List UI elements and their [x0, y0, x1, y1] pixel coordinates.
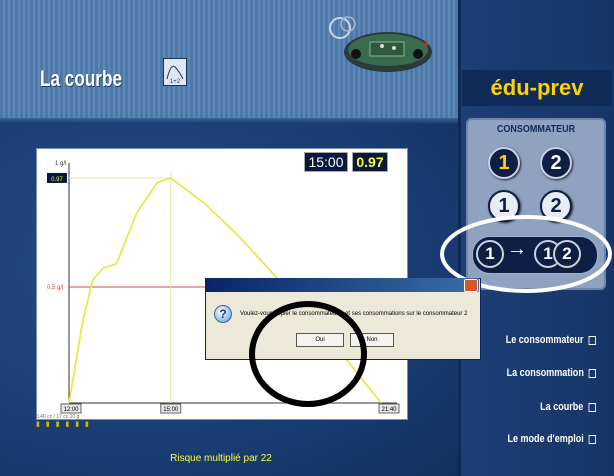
x-start-label: 12:00: [63, 407, 79, 413]
question-icon: ?: [214, 305, 232, 323]
dialog-titlebar[interactable]: [205, 278, 479, 292]
brand-logo: édu-prev: [462, 70, 612, 106]
curve-chart-icon[interactable]: 1+2: [163, 58, 187, 86]
consumer-panel-title: CONSOMMATEUR: [496, 124, 576, 135]
x-end-label: 21:40: [381, 407, 397, 413]
menu-consumer-checkbox-icon: [588, 335, 596, 345]
consumer-2-button[interactable]: 2: [540, 147, 572, 179]
page-title: La courbe: [40, 66, 123, 91]
menu-consumer-label: Le consommateur: [506, 334, 584, 346]
curve-icon-label: 1+2: [170, 79, 181, 85]
menu-consumption-label: La consommation: [506, 367, 584, 379]
bac-value-readout: 0.97: [352, 152, 388, 172]
menu-manual[interactable]: Le mode d'emploi: [507, 433, 596, 445]
menu-curve-label: La courbe: [540, 401, 584, 413]
menu-consumption-checkbox-icon: [588, 368, 596, 378]
y-top-label: 1 g/l: [55, 161, 66, 167]
consumer-1-button[interactable]: 1: [488, 147, 520, 179]
menu-consumption[interactable]: La consommation: [507, 367, 596, 379]
threshold-label: 0.5 g/l: [47, 285, 63, 291]
menu-curve-checkbox-icon: [588, 402, 596, 412]
breathalyzer-device-icon: [326, 16, 436, 76]
y-peak-label: 0.97: [51, 177, 63, 183]
chart-legend: 0.40 cc / 17 cc 10 g ▮ ▮ ▮ ▮ ▮ ▮: [36, 414, 91, 428]
legend-glass-icons: ▮ ▮ ▮ ▮ ▮ ▮: [36, 421, 91, 428]
highlight-ellipse-black: [249, 301, 367, 407]
menu-curve[interactable]: La courbe: [541, 401, 596, 413]
menu-manual-label: Le mode d'emploi: [507, 433, 584, 445]
risk-text: Risque multiplié par 22: [170, 453, 272, 464]
time-readout: 15:00: [304, 152, 348, 172]
menu-manual-checkbox-icon: [588, 434, 596, 444]
x-current-label: 15:00: [163, 407, 179, 413]
menu-consumer[interactable]: Le consommateur: [506, 334, 596, 346]
dialog-close-icon[interactable]: [464, 279, 478, 292]
